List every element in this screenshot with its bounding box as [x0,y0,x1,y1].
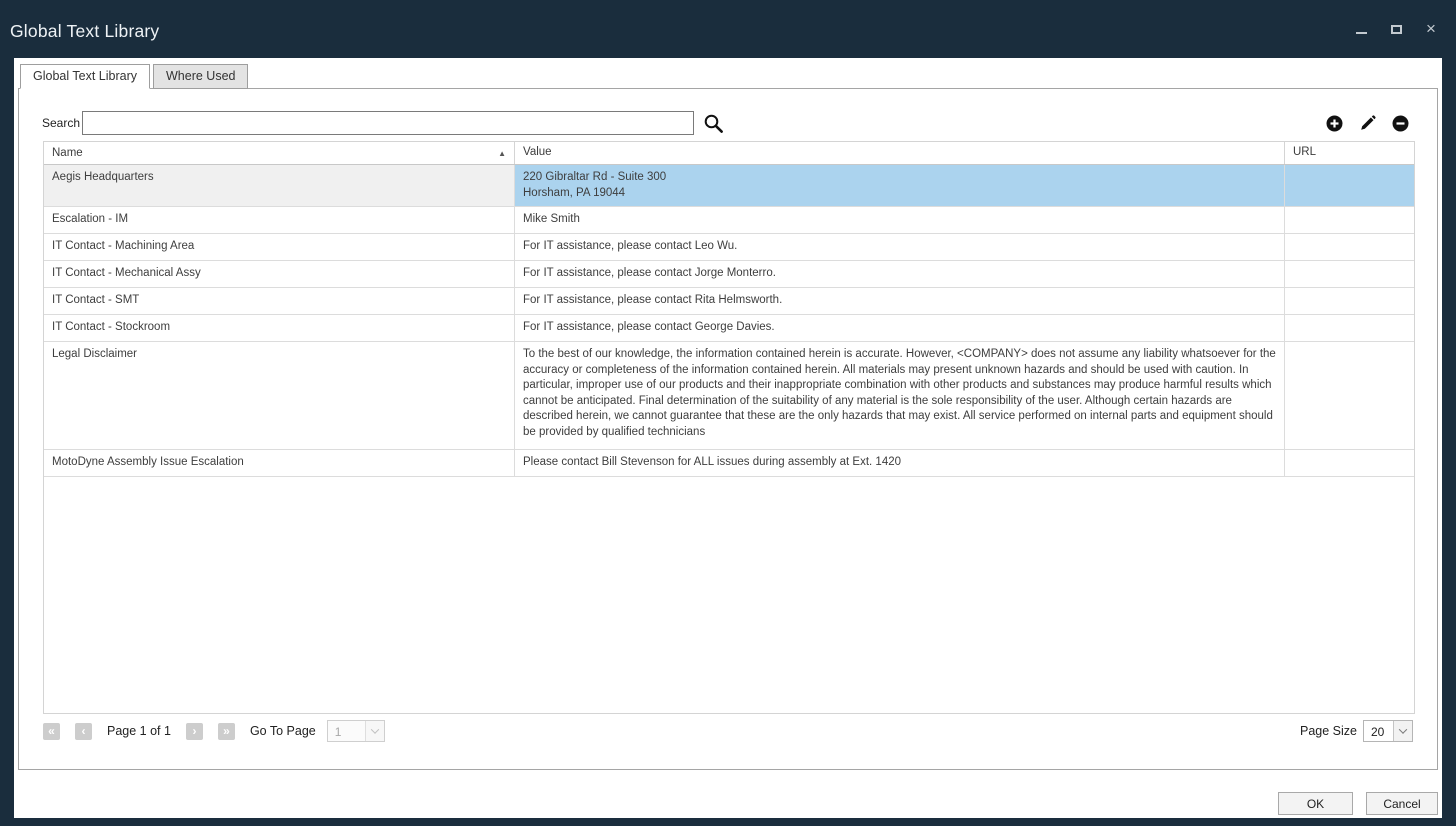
page-size-label: Page Size [1300,724,1357,738]
page-status: Page 1 of 1 [107,724,171,738]
chevron-down-icon [1399,725,1407,733]
search-input[interactable] [82,111,694,135]
ok-button[interactable]: OK [1278,792,1353,815]
search-icon[interactable] [703,113,724,134]
remove-icon[interactable] [1392,115,1409,132]
close-button[interactable]: × [1424,22,1438,36]
global-text-library-window: Global Text Library × Global Text Librar… [0,0,1456,826]
next-page-button[interactable]: › [186,723,203,740]
cancel-button[interactable]: Cancel [1366,792,1438,815]
last-page-button[interactable]: » [218,723,235,740]
goto-page-dropdown-button[interactable] [365,721,384,741]
minimize-button[interactable] [1354,22,1368,36]
edit-icon[interactable] [1359,115,1376,132]
close-icon: × [1426,22,1436,36]
column-header-name[interactable]: Name ▲ [44,142,514,164]
page-size-controls: Page Size 20 [1300,720,1413,742]
window-controls: × [1354,0,1438,58]
table-row[interactable]: IT Contact - Stockroom For IT assistance… [44,315,1414,342]
table-row[interactable]: Aegis Headquarters 220 Gibraltar Rd - Su… [44,165,1414,207]
tab-strip: Global Text Library Where Used [20,64,251,89]
table-row[interactable]: IT Contact - Machining Area For IT assis… [44,234,1414,261]
dialog-footer: OK Cancel [1278,792,1438,815]
pagination-bar: « ‹ Page 1 of 1 › » Go To Page 1 Page Si… [43,719,1413,743]
table-row[interactable]: IT Contact - Mechanical Assy For IT assi… [44,261,1414,288]
search-label: Search [42,116,80,130]
column-header-value[interactable]: Value [514,142,1284,164]
pagination-controls: « ‹ Page 1 of 1 › » Go To Page 1 [43,720,385,742]
table-row[interactable]: Escalation - IM Mike Smith [44,207,1414,234]
first-page-button[interactable]: « [43,723,60,740]
tab-where-used[interactable]: Where Used [153,64,248,89]
minimize-icon [1356,32,1367,34]
chevron-down-icon [371,725,379,733]
goto-page-value: 1 [328,721,342,741]
sort-ascending-icon: ▲ [498,149,506,158]
prev-page-button[interactable]: ‹ [75,723,92,740]
page-size-select[interactable]: 20 [1363,720,1413,742]
table-row[interactable]: IT Contact - SMT For IT assistance, plea… [44,288,1414,315]
column-header-url[interactable]: URL [1284,142,1414,164]
window-title: Global Text Library [10,21,159,42]
page-size-value: 20 [1364,721,1384,741]
text-library-table: Name ▲ Value URL Aegis Headquarters 220 … [43,141,1415,714]
maximize-icon [1391,25,1402,34]
page-size-dropdown-button[interactable] [1393,721,1412,741]
table-row[interactable]: MotoDyne Assembly Issue Escalation Pleas… [44,450,1414,477]
dialog-content: Global Text Library Where Used Search [14,58,1442,818]
tab-page: Search [18,88,1438,770]
add-icon[interactable] [1326,115,1343,132]
goto-page-label: Go To Page [250,724,316,738]
table-row[interactable]: Legal Disclaimer To the best of our know… [44,342,1414,450]
search-row: Search [42,111,1409,135]
goto-page-select[interactable]: 1 [327,720,385,742]
titlebar: Global Text Library × [0,0,1456,58]
maximize-button[interactable] [1389,22,1403,36]
tab-global-text-library[interactable]: Global Text Library [20,64,150,89]
table-header: Name ▲ Value URL [44,142,1414,165]
record-action-icons [1326,115,1409,132]
